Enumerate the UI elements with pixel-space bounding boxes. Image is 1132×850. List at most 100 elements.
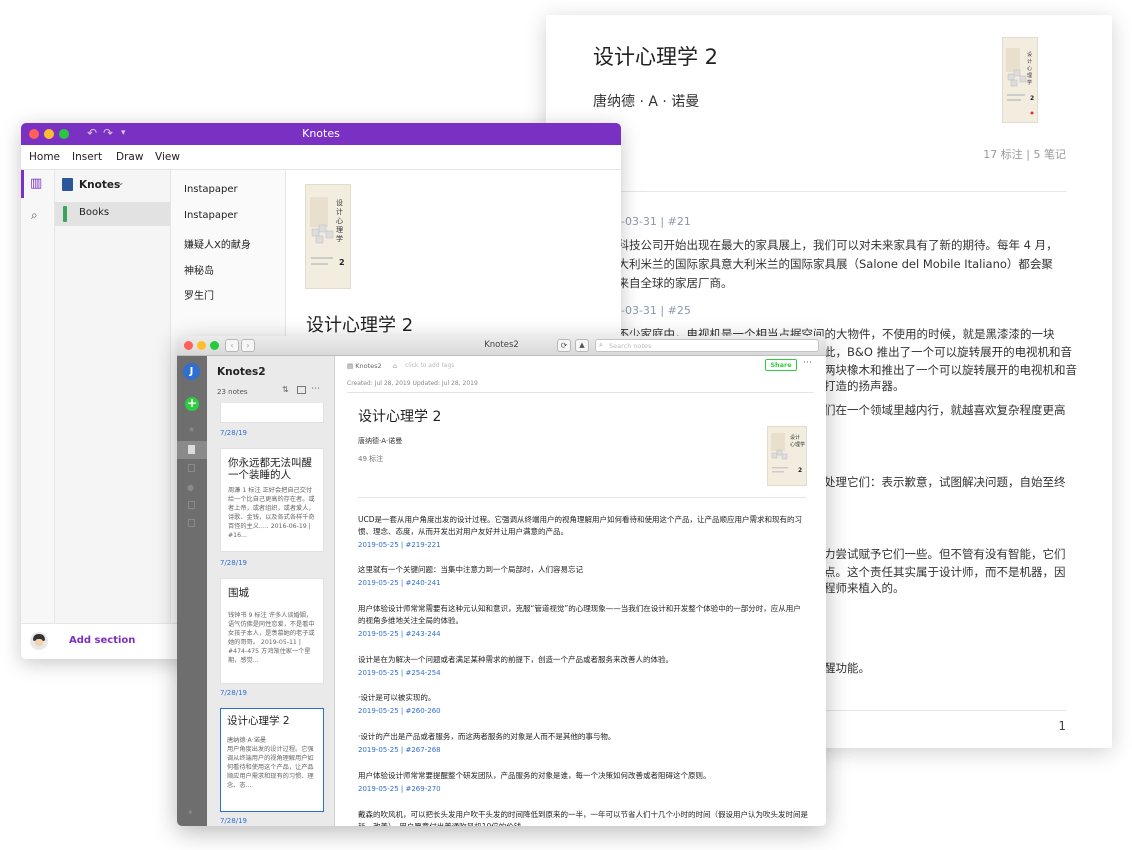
svg-text:心: 心 bbox=[1027, 65, 1032, 72]
book-cover-image: 设计 心理 学 2 bbox=[1002, 37, 1038, 123]
page-item[interactable]: 嫌疑人X的献身 bbox=[184, 236, 251, 251]
more-options-icon[interactable]: ⋯ bbox=[803, 358, 812, 368]
divider bbox=[358, 497, 806, 498]
svg-text:计: 计 bbox=[1027, 58, 1032, 65]
people-icon[interactable]: ● bbox=[187, 483, 194, 492]
svg-text:理: 理 bbox=[1027, 73, 1032, 79]
svg-text:设: 设 bbox=[336, 198, 343, 207]
entry-text-fragment: 们在一个领域里越内行，就越喜欢复杂程度更高 bbox=[824, 403, 1066, 417]
shortcuts-icon[interactable]: ★ bbox=[188, 425, 195, 434]
doc-author: 唐纳德 · A · 诺曼 bbox=[593, 94, 700, 110]
note-title[interactable]: 设计心理学 2 bbox=[358, 406, 441, 426]
entry-text-fragment: 处理它们：表示歉意，试图解决问题，自始至终 bbox=[824, 475, 1066, 489]
page-item[interactable]: Instapaper bbox=[184, 184, 238, 195]
page-item[interactable]: 神秘岛 bbox=[184, 262, 214, 277]
divider bbox=[347, 392, 814, 393]
note-timestamps: Created: Jul 28, 2019 Updated: Jul 28, 2… bbox=[347, 380, 478, 387]
search-icon: ⌕ bbox=[599, 341, 603, 349]
notebook-icon bbox=[62, 178, 73, 191]
notebook-small-icon: ▤ bbox=[347, 362, 356, 370]
note-date: 7/28/19 bbox=[220, 559, 247, 567]
entry-text-fragment: 此，B&O 推出了一个可以旋转展开的电视机和音 bbox=[824, 345, 1073, 359]
page-title[interactable]: 设计心理学 2 bbox=[306, 311, 413, 337]
tags-icon[interactable] bbox=[188, 501, 195, 509]
tag-icon[interactable]: ⌂ bbox=[393, 362, 397, 370]
entry-text-fragment: 力尝试赋予它们一些。但不管有没有智能，它们 bbox=[824, 547, 1066, 561]
note-author: 唐纳德·A·诺曼 bbox=[358, 437, 403, 445]
app-logo-icon: J bbox=[183, 363, 200, 380]
more-options-icon[interactable]: ⋯ bbox=[311, 384, 320, 394]
add-tags-field[interactable]: click to add tags bbox=[405, 362, 454, 369]
book-cover-art-icon: 设计心理学 2 bbox=[771, 433, 805, 474]
app-sidebar: J + ★ ● ✦ bbox=[177, 356, 207, 826]
highlight-meta: 2019-05-25 | #260-260 bbox=[358, 707, 441, 715]
note-annotation-count: 49 标注 bbox=[358, 455, 384, 463]
divider bbox=[593, 191, 1066, 192]
highlight-text: ·设计是可以被实现的。 bbox=[358, 693, 436, 702]
chevron-down-icon[interactable]: ⌄ bbox=[260, 365, 267, 374]
highlight-text: 用户体验设计师常常需要有这种元认知和意识，克服“管道视觉”的心理现象——当我们在… bbox=[358, 604, 801, 625]
tab-draw[interactable]: Draw bbox=[116, 151, 143, 163]
note-card-snippet: 周濂 1 标注 正好会把自己交付给一个比自己更高的存在者。或者上帝，或者组织，或… bbox=[228, 487, 315, 539]
ribbon-tabs: Home Insert Draw View bbox=[21, 145, 621, 170]
entry-quote: 当科技公司开始出现在最大的家具展上，我们可以对未来家具有了新的期待。每年 4 月… bbox=[593, 236, 1063, 293]
entry-text-fragment: 程师来植入的。 bbox=[824, 581, 905, 595]
notebook-name[interactable]: Knotes2 bbox=[217, 366, 266, 378]
notification-bell-icon[interactable]: ▲ bbox=[575, 339, 589, 352]
note-card[interactable]: 你永远都无法叫醒一个装睡的人 周濂 1 标注 正好会把自己交付给一个比自己更高的… bbox=[220, 448, 324, 552]
svg-text:心理学: 心理学 bbox=[790, 441, 805, 448]
sort-icon[interactable]: ⇅ bbox=[282, 385, 289, 394]
svg-text:2: 2 bbox=[339, 258, 345, 267]
tab-home[interactable]: Home bbox=[29, 151, 60, 163]
highlight-text: ·设计的产出是产品或者服务，而这两者服务的对象是人而不是其他的事与物。 bbox=[358, 732, 616, 741]
book-cover-art-icon: 设计 心理 学 2 bbox=[1006, 48, 1034, 115]
section-label: Books bbox=[79, 207, 110, 218]
highlight-text: 用户体验设计师常常要提醒整个研发团队，产品服务的对象是谁，每一个决策如何改善或者… bbox=[358, 771, 711, 780]
highlight-text: 这里就有一个关键问题：当集中注意力到一个局部时，人们容易忘记 bbox=[358, 565, 583, 574]
book-cover-image: 设计 心理 学 2 bbox=[305, 184, 351, 289]
note-card-author: 唐纳德·A·诺曼 bbox=[227, 737, 267, 744]
breadcrumb-notebook: Knotes2 bbox=[355, 362, 382, 370]
tab-view[interactable]: View bbox=[155, 151, 180, 163]
view-toggle-icon[interactable] bbox=[297, 386, 306, 394]
note-date: 7/28/19 bbox=[220, 689, 247, 697]
search-icon[interactable]: ⌕ bbox=[31, 208, 38, 223]
add-section-button[interactable]: Add section bbox=[69, 635, 135, 646]
page-item[interactable]: 罗生门 bbox=[184, 287, 214, 302]
new-note-button[interactable]: + bbox=[185, 397, 199, 411]
tab-insert[interactable]: Insert bbox=[72, 151, 102, 163]
note-card-title: 设计心理学 2 bbox=[227, 715, 290, 727]
window-title: Knotes bbox=[302, 127, 340, 140]
avatar[interactable] bbox=[30, 632, 48, 650]
share-button[interactable]: Share bbox=[765, 359, 797, 371]
knotes-window: ‹ › Knotes2 ⟳ ▲ ⌕ Search notes J + ★ ● ✦… bbox=[177, 336, 826, 826]
highlight-text: 设计是在为解决一个问题或者满足某种需求的前提下，创造一个产品或者服务来改善人的体… bbox=[358, 655, 673, 664]
note-date: 7/28/19 bbox=[220, 817, 247, 825]
highlight-meta: 2019-05-25 | #269-270 bbox=[358, 785, 441, 793]
svg-text:学: 学 bbox=[1027, 79, 1032, 86]
note-card-title: 你永远都无法叫醒一个装睡的人 bbox=[228, 457, 312, 481]
settings-icon[interactable]: ✦ bbox=[187, 808, 194, 817]
note-card-selected[interactable]: 设计心理学 2 唐纳德·A·诺曼 用户角度出发的设计过程。它强调从终端用户的视角… bbox=[220, 708, 324, 812]
search-field[interactable]: ⌕ Search notes bbox=[595, 339, 819, 352]
chevron-down-icon[interactable]: ⌄ bbox=[117, 178, 125, 188]
notebooks-icon[interactable] bbox=[188, 464, 195, 472]
note-card[interactable]: 围城 钱钟书 9 标注 许多人谈婚姻，语气仿佛是同性恋爱，不是看中女孩子本人，是… bbox=[220, 578, 324, 684]
trash-icon[interactable] bbox=[188, 519, 195, 527]
notes-nav-active[interactable] bbox=[177, 441, 207, 459]
title-bar: ↶ ↷ ▾ Knotes bbox=[21, 123, 621, 145]
sync-icon[interactable]: ⟳ bbox=[557, 339, 571, 352]
note-card-partial[interactable] bbox=[220, 403, 324, 423]
highlight-meta: 2019-05-25 | #240-241 bbox=[358, 579, 441, 587]
page-item[interactable]: Instapaper bbox=[184, 210, 238, 221]
highlight-text: 戴森的吹风机，可以把长头发用户吹干头发的时间降低到原来的一半，一年可以节省人们十… bbox=[358, 810, 808, 826]
notebooks-icon[interactable]: ▥ bbox=[30, 176, 42, 191]
breadcrumb[interactable]: ▤ Knotes2 bbox=[347, 362, 382, 370]
highlight-meta: 2019-05-25 | #254-254 bbox=[358, 669, 441, 677]
nav-rail: ▥ ⌕ bbox=[21, 170, 55, 659]
note-card-snippet: 用户角度出发的设计过程。它强调从终端用户的视角理解用户如何看待和使用这个产品，让… bbox=[227, 746, 314, 789]
notebook-name[interactable]: Knotes bbox=[79, 179, 120, 191]
active-indicator bbox=[21, 170, 24, 198]
section-item-books[interactable]: Books bbox=[55, 202, 170, 226]
doc-title: 设计心理学 2 bbox=[593, 45, 719, 69]
